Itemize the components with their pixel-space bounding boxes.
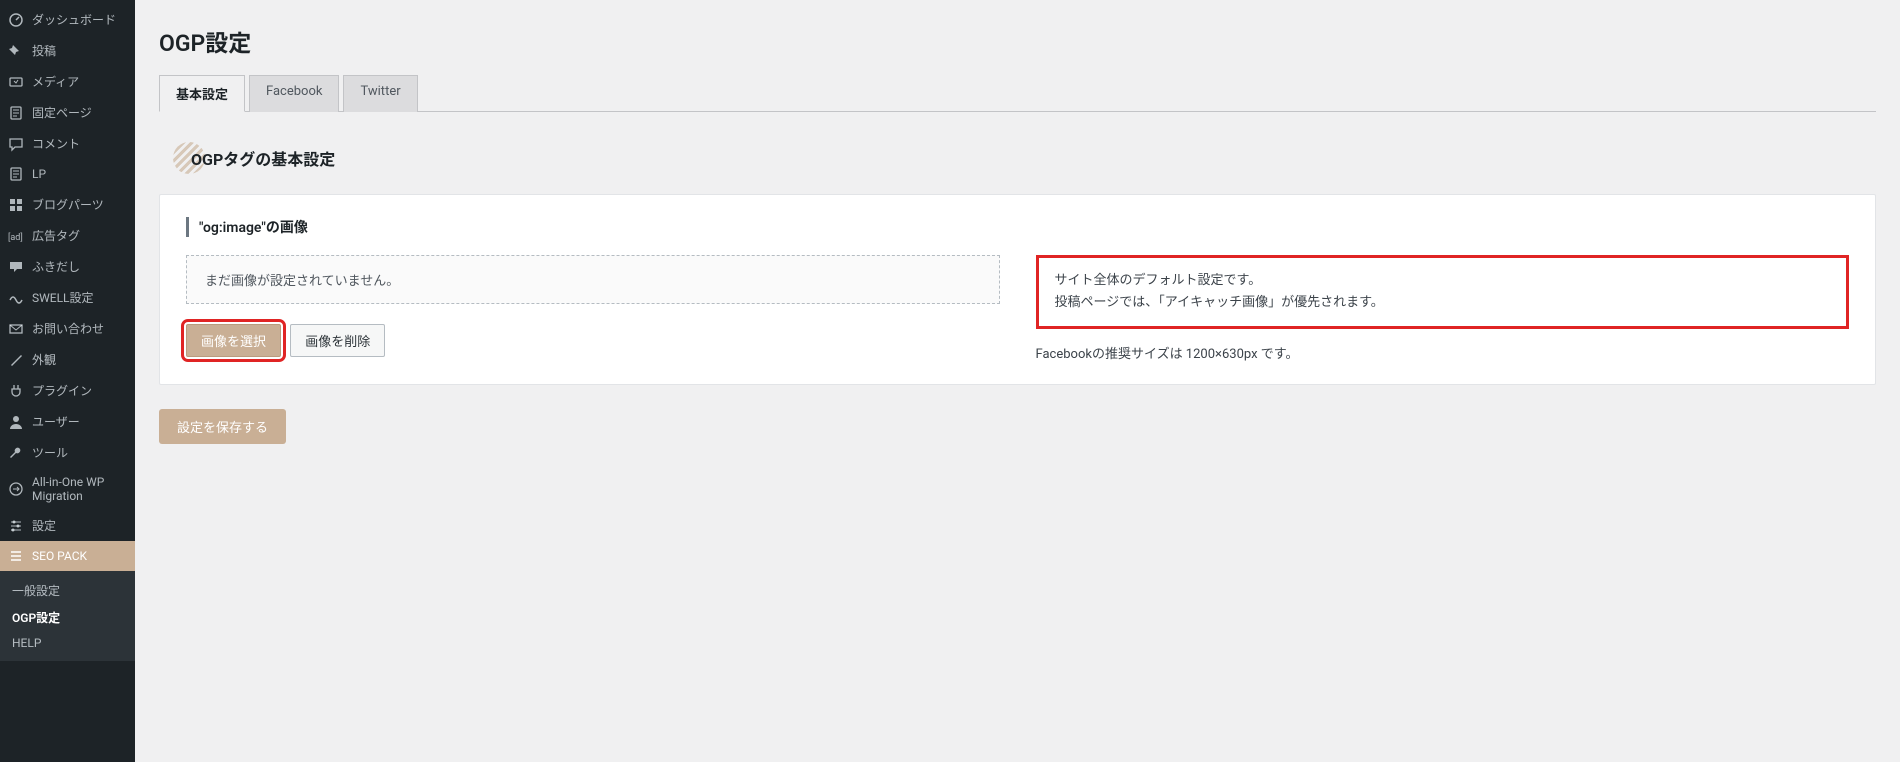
grid-icon (8, 197, 24, 213)
main-content: OGP設定 基本設定FacebookTwitter OGPタグの基本設定 "og… (135, 0, 1900, 762)
admin-menu-label: メディア (32, 73, 79, 90)
plug-icon (8, 383, 24, 399)
section-heading: OGPタグの基本設定 (173, 142, 1876, 174)
ogimage-card-label: "og:image"の画像 (186, 217, 1849, 237)
admin-menu-label: 設定 (32, 517, 56, 534)
section-heading-text: OGPタグの基本設定 (191, 146, 335, 170)
admin-menu-item[interactable]: 外観 (0, 344, 135, 375)
mail-icon (8, 321, 24, 337)
admin-submenu: 一般設定OGP設定HELP (0, 571, 135, 661)
admin-menu-item[interactable]: 投稿 (0, 35, 135, 66)
admin-menu-item[interactable]: プラグイン (0, 375, 135, 406)
ogimage-size-hint: Facebookの推奨サイズは 1200×630px です。 (1036, 343, 1850, 362)
admin-menu-item[interactable]: コメント (0, 128, 135, 159)
admin-menu-item[interactable]: 固定ページ (0, 97, 135, 128)
admin-sidebar: ダッシュボード投稿メディア固定ページコメント LP ブログパーツ [ad] 広告タグふき… (0, 0, 135, 762)
admin-menu-label: SWELL設定 (32, 289, 94, 306)
admin-menu-label: SEO PACK (32, 549, 87, 563)
ogimage-card: "og:image"の画像 まだ画像が設定されていません。 画像を選択 画像を削… (159, 194, 1876, 385)
admin-menu-item[interactable]: ユーザー (0, 406, 135, 437)
admin-menu-label: All-in-One WP Migration (32, 475, 127, 503)
admin-submenu-item[interactable]: HELP (0, 631, 135, 655)
page-icon (8, 166, 24, 182)
admin-menu-label: プラグイン (32, 382, 92, 399)
media-icon (8, 74, 24, 90)
admin-menu-item[interactable]: [ad] 広告タグ (0, 220, 135, 251)
wrench-icon (8, 445, 24, 461)
admin-menu-label: 外観 (32, 351, 56, 368)
settings-tab[interactable]: Facebook (249, 75, 339, 112)
brush-icon (8, 352, 24, 368)
admin-menu-item[interactable]: SEO PACK (0, 541, 135, 571)
svg-text:[ad]: [ad] (8, 233, 23, 243)
admin-menu-item[interactable]: メディア (0, 66, 135, 97)
ogimage-note-line: 投稿ページでは、「アイキャッチ画像」が優先されます。 (1055, 292, 1831, 314)
admin-menu-item[interactable]: お問い合わせ (0, 313, 135, 344)
page-icon (8, 105, 24, 121)
user-icon (8, 414, 24, 430)
list-icon (8, 548, 24, 564)
save-settings-button[interactable]: 設定を保存する (159, 409, 286, 444)
admin-menu-item[interactable]: LP (0, 159, 135, 189)
admin-menu-item[interactable]: SWELL設定 (0, 282, 135, 313)
ogimage-placeholder: まだ画像が設定されていません。 (186, 255, 1000, 304)
ogimage-note-line: サイト全体のデフォルト設定です。 (1055, 270, 1831, 292)
admin-menu-label: ブログパーツ (32, 196, 104, 213)
select-image-button[interactable]: 画像を選択 (186, 324, 281, 357)
bubble-icon (8, 259, 24, 275)
settings-tabs: 基本設定FacebookTwitter (159, 74, 1876, 112)
admin-menu-item[interactable]: ふきだし (0, 251, 135, 282)
admin-menu-item[interactable]: 設定 (0, 510, 135, 541)
admin-menu-label: ツール (32, 444, 68, 461)
admin-menu-item[interactable]: All-in-One WP Migration (0, 468, 135, 510)
admin-submenu-item[interactable]: 一般設定 (0, 577, 135, 604)
dashboard-icon (8, 12, 24, 28)
admin-menu-item[interactable]: ツール (0, 437, 135, 468)
ad-icon: [ad] (8, 228, 24, 244)
admin-menu-label: 固定ページ (32, 104, 92, 121)
admin-submenu-item[interactable]: OGP設定 (0, 604, 135, 631)
ogimage-note: サイト全体のデフォルト設定です。 投稿ページでは、「アイキャッチ画像」が優先され… (1036, 255, 1850, 329)
page-title: OGP設定 (159, 24, 1876, 58)
admin-menu-item[interactable]: ダッシュボード (0, 4, 135, 35)
settings-tab[interactable]: Twitter (343, 75, 417, 112)
admin-menu-item[interactable]: ブログパーツ (0, 189, 135, 220)
pin-icon (8, 43, 24, 59)
comment-icon (8, 136, 24, 152)
admin-menu-label: LP (32, 167, 46, 181)
settings-tab[interactable]: 基本設定 (159, 75, 245, 112)
admin-menu-label: ダッシュボード (32, 11, 116, 28)
admin-menu-label: 広告タグ (32, 227, 80, 244)
admin-menu-label: お問い合わせ (32, 320, 104, 337)
swell-icon (8, 290, 24, 306)
admin-menu-label: 投稿 (32, 42, 56, 59)
delete-image-button[interactable]: 画像を削除 (290, 324, 385, 357)
admin-menu-label: ふきだし (32, 258, 80, 275)
admin-menu-label: ユーザー (32, 413, 80, 430)
admin-menu-label: コメント (32, 135, 80, 152)
sliders-icon (8, 518, 24, 534)
migrate-icon (8, 481, 24, 497)
